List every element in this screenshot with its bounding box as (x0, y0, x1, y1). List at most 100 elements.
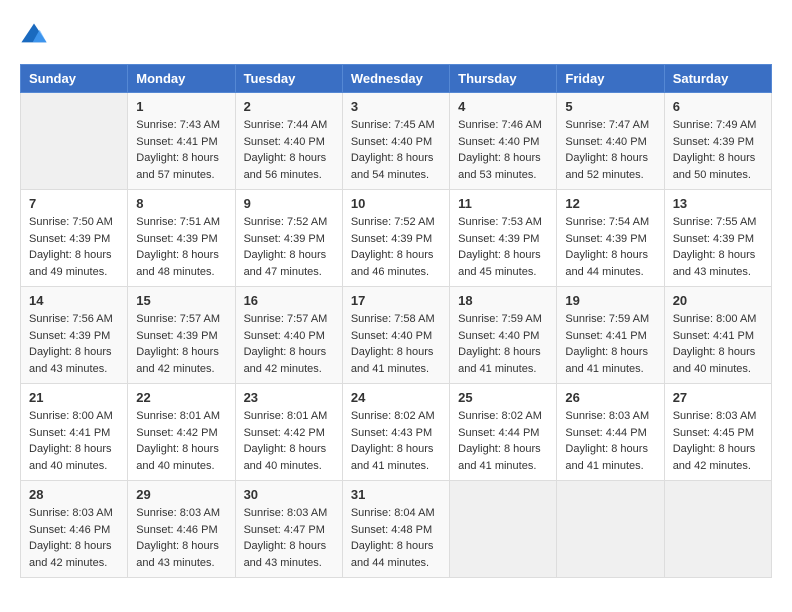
day-info: Sunrise: 7:45 AMSunset: 4:40 PMDaylight:… (351, 117, 441, 183)
day-number: 18 (458, 293, 548, 308)
calendar-cell: 30 Sunrise: 8:03 AMSunset: 4:47 PMDayligh… (235, 481, 342, 578)
calendar-cell: 5Sunrise: 7:47 AMSunset: 4:40 PMDaylight… (557, 93, 664, 190)
calendar-cell: 10 Sunrise: 7:52 AMSunset: 4:39 PMDayligh… (342, 190, 449, 287)
calendar-header-row: SundayMondayTuesdayWednesdayThursdayFrid… (21, 65, 772, 93)
day-info: Sunrise: 7:56 AMSunset: 4:39 PMDaylight:… (29, 311, 119, 377)
day-number: 16 (244, 293, 334, 308)
day-number: 4 (458, 99, 548, 114)
day-info: Sunrise: 8:03 AMSunset: 4:45 PMDaylight:… (673, 408, 763, 474)
calendar-header-friday: Friday (557, 65, 664, 93)
day-number: 7 (29, 196, 119, 211)
calendar-week-2: 7 Sunrise: 7:50 AMSunset: 4:39 PMDaylight… (21, 190, 772, 287)
calendar-cell (450, 481, 557, 578)
day-number: 24 (351, 390, 441, 405)
calendar-cell: 23Sunrise: 8:01 AMSunset: 4:42 PMDayligh… (235, 384, 342, 481)
day-number: 28 (29, 487, 119, 502)
calendar-cell: 27 Sunrise: 8:03 AMSunset: 4:45 PMDayligh… (664, 384, 771, 481)
calendar-header-saturday: Saturday (664, 65, 771, 93)
calendar-cell: 18 Sunrise: 7:59 AMSunset: 4:40 PMDayligh… (450, 287, 557, 384)
day-info: Sunrise: 7:49 AMSunset: 4:39 PMDaylight:… (673, 117, 763, 183)
calendar-cell (21, 93, 128, 190)
calendar-cell: 29Sunrise: 8:03 AMSunset: 4:46 PMDayligh… (128, 481, 235, 578)
calendar-cell: 19 Sunrise: 7:59 AMSunset: 4:41 PMDayligh… (557, 287, 664, 384)
day-number: 19 (565, 293, 655, 308)
day-number: 5 (565, 99, 655, 114)
calendar-cell: 6 Sunrise: 7:49 AMSunset: 4:39 PMDaylight… (664, 93, 771, 190)
day-number: 30 (244, 487, 334, 502)
day-info: Sunrise: 7:57 AMSunset: 4:39 PMDaylight:… (136, 311, 226, 377)
day-number: 13 (673, 196, 763, 211)
day-info: Sunrise: 7:44 AMSunset: 4:40 PMDaylight:… (244, 117, 334, 183)
day-number: 6 (673, 99, 763, 114)
calendar-cell: 11 Sunrise: 7:53 AMSunset: 4:39 PMDayligh… (450, 190, 557, 287)
calendar-week-4: 21Sunrise: 8:00 AMSunset: 4:41 PMDayligh… (21, 384, 772, 481)
header (20, 20, 772, 48)
day-info: Sunrise: 8:01 AMSunset: 4:42 PMDaylight:… (136, 408, 226, 474)
day-info: Sunrise: 7:57 AMSunset: 4:40 PMDaylight:… (244, 311, 334, 377)
calendar-cell: 2 Sunrise: 7:44 AMSunset: 4:40 PMDaylight… (235, 93, 342, 190)
day-info: Sunrise: 7:52 AMSunset: 4:39 PMDaylight:… (244, 214, 334, 280)
calendar-cell: 13 Sunrise: 7:55 AMSunset: 4:39 PMDayligh… (664, 190, 771, 287)
day-number: 2 (244, 99, 334, 114)
day-number: 25 (458, 390, 548, 405)
day-number: 1 (136, 99, 226, 114)
day-info: Sunrise: 7:59 AMSunset: 4:41 PMDaylight:… (565, 311, 655, 377)
day-number: 8 (136, 196, 226, 211)
calendar-cell: 3 Sunrise: 7:45 AMSunset: 4:40 PMDaylight… (342, 93, 449, 190)
day-number: 17 (351, 293, 441, 308)
calendar-table: SundayMondayTuesdayWednesdayThursdayFrid… (20, 64, 772, 578)
calendar-header-thursday: Thursday (450, 65, 557, 93)
calendar-cell (664, 481, 771, 578)
calendar-cell: 31Sunrise: 8:04 AMSunset: 4:48 PMDayligh… (342, 481, 449, 578)
calendar-header-wednesday: Wednesday (342, 65, 449, 93)
calendar-header-tuesday: Tuesday (235, 65, 342, 93)
calendar-cell: 16 Sunrise: 7:57 AMSunset: 4:40 PMDayligh… (235, 287, 342, 384)
logo (20, 20, 52, 48)
day-info: Sunrise: 8:01 AMSunset: 4:42 PMDaylight:… (244, 408, 334, 474)
day-info: Sunrise: 7:59 AMSunset: 4:40 PMDaylight:… (458, 311, 548, 377)
day-number: 15 (136, 293, 226, 308)
calendar-cell: 12 Sunrise: 7:54 AMSunset: 4:39 PMDayligh… (557, 190, 664, 287)
calendar-cell: 26 Sunrise: 8:03 AMSunset: 4:44 PMDayligh… (557, 384, 664, 481)
calendar-header-monday: Monday (128, 65, 235, 93)
calendar-cell: 17 Sunrise: 7:58 AMSunset: 4:40 PMDayligh… (342, 287, 449, 384)
day-info: Sunrise: 8:02 AMSunset: 4:43 PMDaylight:… (351, 408, 441, 474)
day-number: 21 (29, 390, 119, 405)
calendar-cell (557, 481, 664, 578)
day-info: Sunrise: 7:52 AMSunset: 4:39 PMDaylight:… (351, 214, 441, 280)
day-info: Sunrise: 7:53 AMSunset: 4:39 PMDaylight:… (458, 214, 548, 280)
day-info: Sunrise: 7:43 AMSunset: 4:41 PMDaylight:… (136, 117, 226, 183)
calendar-cell: 4 Sunrise: 7:46 AMSunset: 4:40 PMDaylight… (450, 93, 557, 190)
day-info: Sunrise: 7:54 AMSunset: 4:39 PMDaylight:… (565, 214, 655, 280)
day-info: Sunrise: 7:46 AMSunset: 4:40 PMDaylight:… (458, 117, 548, 183)
day-number: 26 (565, 390, 655, 405)
day-number: 3 (351, 99, 441, 114)
calendar-cell: 21Sunrise: 8:00 AMSunset: 4:41 PMDayligh… (21, 384, 128, 481)
calendar-cell: 20 Sunrise: 8:00 AMSunset: 4:41 PMDayligh… (664, 287, 771, 384)
day-number: 12 (565, 196, 655, 211)
day-number: 14 (29, 293, 119, 308)
day-info: Sunrise: 8:03 AMSunset: 4:47 PMDaylight:… (244, 505, 334, 571)
day-number: 9 (244, 196, 334, 211)
calendar-cell: 1 Sunrise: 7:43 AMSunset: 4:41 PMDaylight… (128, 93, 235, 190)
day-info: Sunrise: 8:02 AMSunset: 4:44 PMDaylight:… (458, 408, 548, 474)
day-info: Sunrise: 7:58 AMSunset: 4:40 PMDaylight:… (351, 311, 441, 377)
day-info: Sunrise: 7:51 AMSunset: 4:39 PMDaylight:… (136, 214, 226, 280)
day-info: Sunrise: 7:50 AMSunset: 4:39 PMDaylight:… (29, 214, 119, 280)
calendar-header-sunday: Sunday (21, 65, 128, 93)
day-info: Sunrise: 7:55 AMSunset: 4:39 PMDaylight:… (673, 214, 763, 280)
day-info: Sunrise: 8:03 AMSunset: 4:44 PMDaylight:… (565, 408, 655, 474)
calendar-cell: 28 Sunrise: 8:03 AMSunset: 4:46 PMDayligh… (21, 481, 128, 578)
calendar-cell: 15 Sunrise: 7:57 AMSunset: 4:39 PMDayligh… (128, 287, 235, 384)
calendar-cell: 24 Sunrise: 8:02 AMSunset: 4:43 PMDayligh… (342, 384, 449, 481)
day-info: Sunrise: 8:04 AMSunset: 4:48 PMDaylight:… (351, 505, 441, 571)
day-info: Sunrise: 8:03 AMSunset: 4:46 PMDaylight:… (29, 505, 119, 571)
day-number: 29 (136, 487, 226, 502)
day-info: Sunrise: 8:00 AMSunset: 4:41 PMDaylight:… (673, 311, 763, 377)
day-number: 10 (351, 196, 441, 211)
calendar-cell: 22Sunrise: 8:01 AMSunset: 4:42 PMDayligh… (128, 384, 235, 481)
calendar-week-3: 14 Sunrise: 7:56 AMSunset: 4:39 PMDayligh… (21, 287, 772, 384)
day-number: 27 (673, 390, 763, 405)
day-number: 11 (458, 196, 548, 211)
day-number: 20 (673, 293, 763, 308)
